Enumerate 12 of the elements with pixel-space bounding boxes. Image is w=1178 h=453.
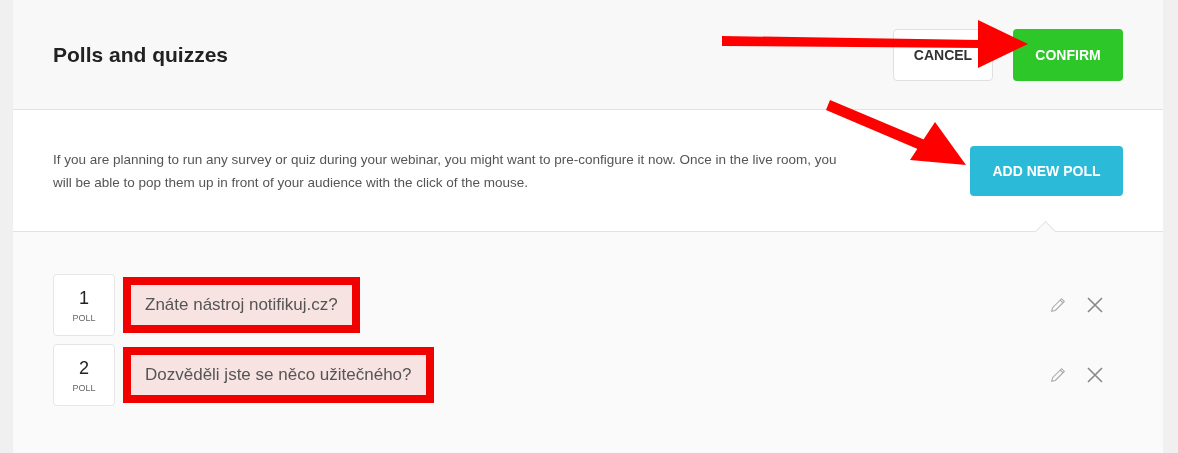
poll-tag: POLL — [72, 382, 96, 393]
edit-icon[interactable] — [1049, 366, 1067, 384]
poll-question[interactable]: Dozvěděli jste se něco užitečného? — [123, 347, 434, 403]
poll-number: 1 — [79, 287, 89, 309]
poll-number: 2 — [79, 357, 89, 379]
close-icon[interactable] — [1085, 365, 1105, 385]
dialog-title: Polls and quizzes — [53, 42, 229, 67]
poll-tag: POLL — [72, 312, 96, 323]
poll-question[interactable]: Znáte nástroj notifikuj.cz? — [123, 277, 360, 333]
close-icon[interactable] — [1085, 295, 1105, 315]
edit-icon[interactable] — [1049, 296, 1067, 314]
description-text: If you are planning to run any survey or quiz during your webinar, you might want to pre-configure it now. Once in the live room, you will be able to pop them up in front of your audience with the click of the mouse. — [53, 150, 838, 192]
